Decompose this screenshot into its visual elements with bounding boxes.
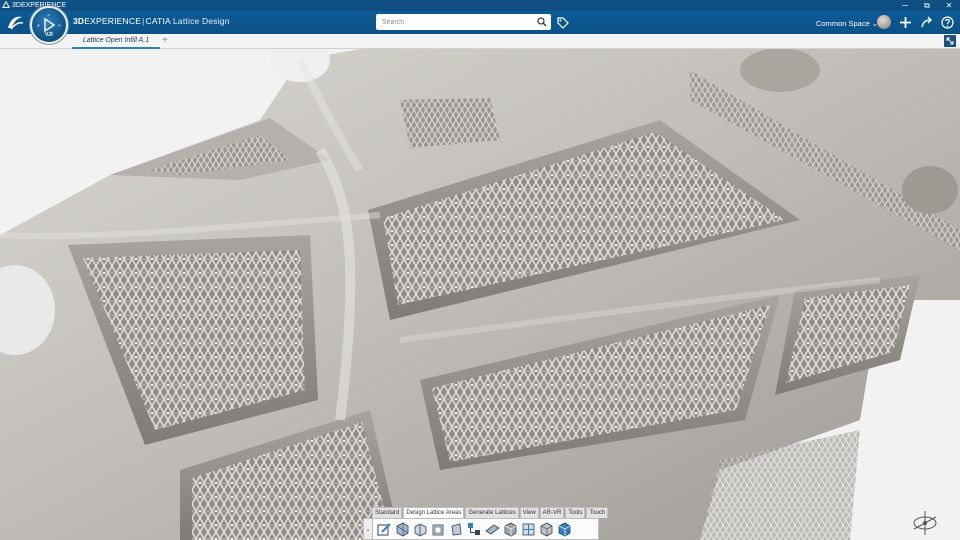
robot-compass-icon[interactable]: [911, 509, 939, 537]
tab-lattice-open-infill[interactable]: Lattice Open Infill A.1: [72, 34, 160, 49]
fullscreen-icon[interactable]: [944, 35, 956, 47]
section-tab-generate-lattices[interactable]: Generate Lattices: [465, 507, 519, 518]
action-bar-handle[interactable]: ⌄: [363, 518, 372, 540]
slice-plane-icon[interactable]: [485, 522, 500, 537]
section-tab-standard[interactable]: Standard: [372, 507, 403, 518]
solid-block-icon[interactable]: [539, 522, 554, 537]
share-icon[interactable]: [920, 16, 933, 29]
section-tab-ar-vr[interactable]: AR-VR: [539, 507, 565, 518]
tab-strip: Lattice Open Infill A.1 +: [0, 34, 960, 49]
lattice-tree-icon[interactable]: [467, 522, 482, 537]
window-title-bar: 3DEXPERIENCE ─ ⧉ ✕: [0, 0, 960, 11]
add-tab-button[interactable]: +: [162, 35, 168, 46]
edit-sketch-icon[interactable]: [377, 522, 392, 537]
offset-face-icon[interactable]: [449, 522, 464, 537]
tag-icon[interactable]: [556, 16, 569, 29]
search-input[interactable]: [376, 14, 531, 30]
lattice-area-icon[interactable]: [395, 522, 410, 537]
space-selector[interactable]: Common Space ⌄: [816, 19, 878, 28]
ds-app-icon: [2, 1, 10, 8]
minimize-button[interactable]: ─: [894, 0, 916, 11]
svg-text:«: «: [58, 23, 61, 29]
section-tab-tools[interactable]: Tools: [565, 507, 586, 518]
lattice-part-render: [0, 49, 960, 540]
action-bar: ⌄ Standard Design Lattice Areas Generate…: [363, 507, 609, 540]
svg-text:ʌ: ʌ: [48, 12, 50, 17]
split-body-icon[interactable]: [413, 522, 428, 537]
help-icon[interactable]: [941, 16, 954, 29]
action-bar-tools: [372, 518, 599, 540]
top-bar: 3DEXPERIENCE|CATIA Lattice Design Common…: [0, 11, 960, 34]
close-button[interactable]: ✕: [938, 0, 960, 11]
section-tab-view[interactable]: View: [519, 507, 539, 518]
section-tab-touch[interactable]: Touch: [586, 507, 609, 518]
brand-title: 3DEXPERIENCE|CATIA Lattice Design: [73, 16, 230, 26]
section-tab-design-lattice-areas[interactable]: Design Lattice Areas: [403, 507, 465, 518]
shell-icon[interactable]: [431, 522, 446, 537]
restore-button[interactable]: ⧉: [916, 0, 938, 11]
dassault-logo-icon[interactable]: [6, 14, 24, 31]
space-label: Common Space: [816, 19, 870, 28]
compass-widget[interactable]: » « ʌ V.R: [30, 6, 68, 44]
add-icon[interactable]: [899, 16, 912, 29]
avatar[interactable]: [877, 15, 891, 29]
3d-viewport[interactable]: [0, 49, 960, 540]
search-box: [376, 14, 551, 30]
compass-version: V.R: [45, 32, 53, 38]
svg-text:»: »: [37, 23, 40, 29]
action-bar-sections: Standard Design Lattice Areas Generate L…: [372, 507, 609, 518]
render-cube-icon[interactable]: [557, 522, 572, 537]
cube-lattice-icon[interactable]: [503, 522, 518, 537]
search-icon[interactable]: [537, 17, 547, 27]
conform-lattice-icon[interactable]: [521, 522, 536, 537]
